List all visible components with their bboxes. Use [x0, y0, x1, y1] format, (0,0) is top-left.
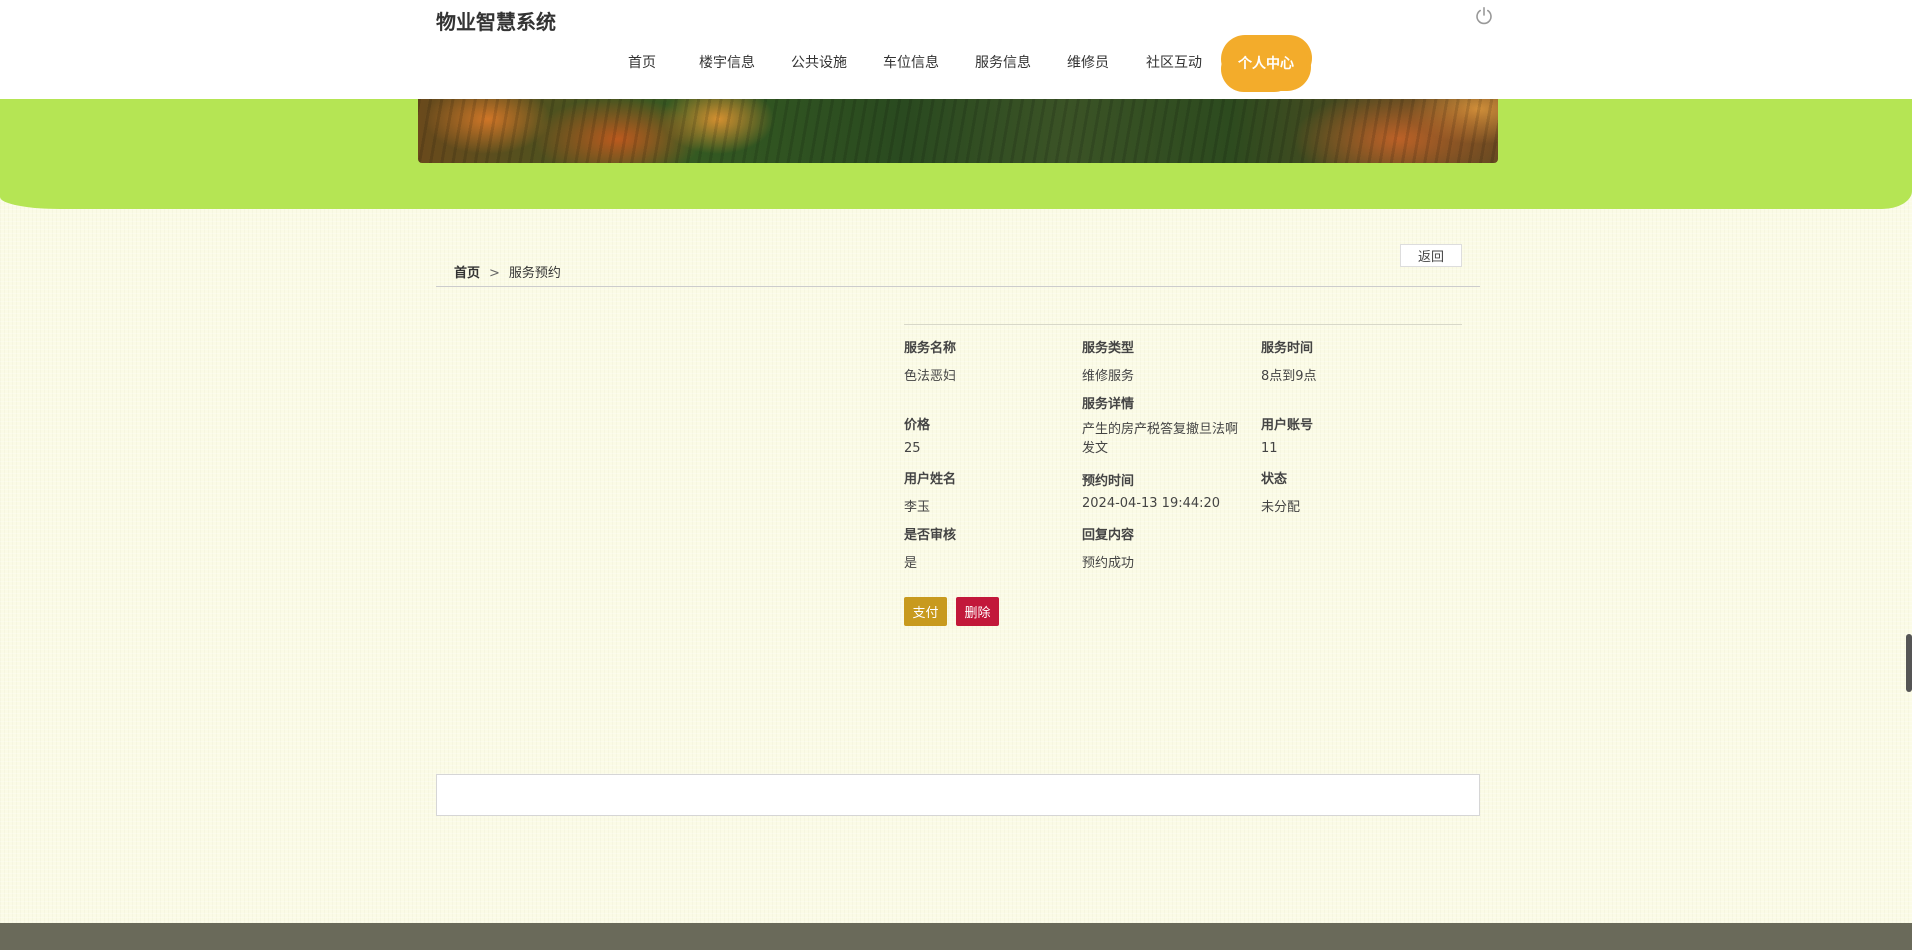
scrollbar-thumb[interactable]	[1906, 634, 1912, 692]
reply-label: 回复内容	[1082, 528, 1135, 543]
price-value: 25	[904, 441, 921, 456]
service-time-label: 服务时间	[1261, 341, 1314, 356]
user-account-label: 用户账号	[1261, 418, 1314, 433]
breadcrumb-home[interactable]: 首页	[454, 266, 480, 281]
power-icon[interactable]	[1474, 6, 1494, 26]
booking-time-value: 2024-04-13 19:44:20	[1082, 496, 1221, 511]
detail-divider	[904, 324, 1462, 325]
breadcrumb: 首页 > 服务预约	[454, 262, 561, 281]
service-time-value: 8点到9点	[1261, 369, 1317, 384]
nav-home[interactable]: 首页	[628, 52, 656, 72]
audited-label: 是否审核	[904, 528, 957, 543]
nav-personal-center[interactable]: 个人中心	[1225, 37, 1307, 89]
audited-value: 是	[904, 556, 918, 571]
nav-public-facilities[interactable]: 公共设施	[791, 52, 847, 72]
status-label: 状态	[1261, 472, 1288, 487]
breadcrumb-divider	[436, 286, 1480, 287]
banner-image	[418, 99, 1498, 163]
reply-value: 预约成功	[1082, 556, 1135, 571]
price-label: 价格	[904, 418, 931, 433]
delete-button[interactable]: 删除	[956, 597, 999, 626]
user-account-value: 11	[1261, 441, 1278, 456]
pay-button[interactable]: 支付	[904, 597, 947, 626]
breadcrumb-separator: >	[489, 266, 500, 281]
service-detail-label: 服务详情	[1082, 397, 1135, 412]
nav-building-info[interactable]: 楼宇信息	[699, 52, 755, 72]
nav-community[interactable]: 社区互动	[1146, 52, 1202, 72]
user-name-value: 李玉	[904, 500, 931, 515]
breadcrumb-current: 服务预约	[508, 266, 561, 281]
personal-center-label: 个人中心	[1238, 56, 1294, 72]
bottom-panel	[436, 774, 1480, 816]
booking-time-label: 预约时间	[1082, 474, 1135, 489]
top-header: 物业智慧系统 首页 楼宇信息 公共设施 车位信息 服务信息 维修员 社区互动 个…	[0, 0, 1912, 99]
nav-service-info[interactable]: 服务信息	[975, 52, 1031, 72]
nav-repairman[interactable]: 维修员	[1067, 52, 1109, 72]
nav-parking-info[interactable]: 车位信息	[883, 52, 939, 72]
service-type-label: 服务类型	[1082, 341, 1135, 356]
service-detail-value: 产生的房产税答复撤旦法啊发文	[1082, 422, 1239, 456]
main-nav: 首页 楼宇信息 公共设施 车位信息 服务信息 维修员 社区互动	[0, 52, 1912, 82]
service-name-value: 色法恶妇	[904, 369, 957, 384]
back-button[interactable]: 返回	[1400, 244, 1462, 267]
service-type-value: 维修服务	[1082, 369, 1135, 384]
site-title: 物业智慧系统	[436, 10, 556, 34]
user-name-label: 用户姓名	[904, 472, 957, 487]
status-value: 未分配	[1261, 500, 1301, 515]
service-name-label: 服务名称	[904, 341, 957, 356]
footer	[0, 923, 1912, 950]
